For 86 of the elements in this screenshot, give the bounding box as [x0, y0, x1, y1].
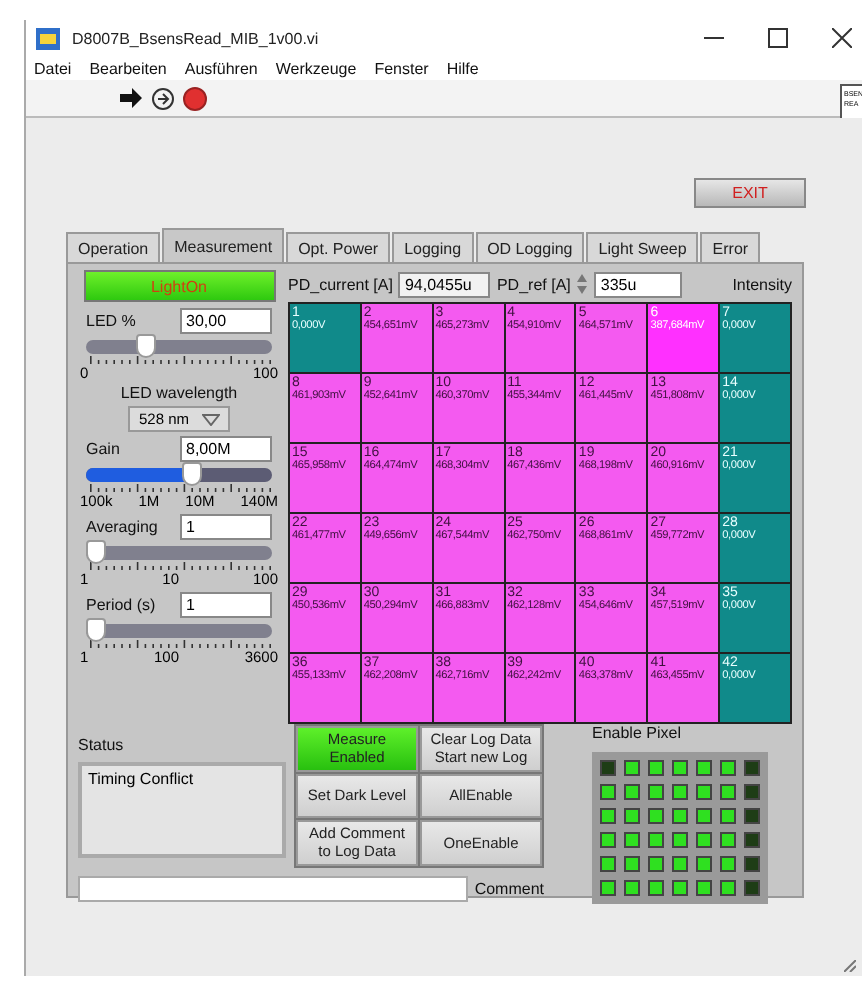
tab[interactable]: Opt. Power — [286, 232, 391, 262]
menu-item[interactable]: Bearbeiten — [89, 59, 167, 77]
tab[interactable]: Error — [700, 232, 761, 262]
run-continuous-icon[interactable] — [150, 85, 176, 111]
slider-thumb[interactable] — [86, 618, 106, 642]
run-arrow-icon[interactable] — [118, 86, 144, 110]
app-icon — [36, 27, 60, 49]
slider-label: Averaging — [86, 518, 158, 536]
indicator-field: 94,0455u — [398, 271, 491, 297]
menu-item[interactable]: Hilfe — [446, 59, 479, 77]
pixel-led[interactable] — [624, 808, 640, 824]
pixel-led[interactable] — [696, 880, 712, 896]
pixel-led[interactable] — [720, 856, 736, 872]
pixel-led[interactable] — [696, 808, 712, 824]
pixel-led[interactable] — [672, 880, 688, 896]
maximize-icon[interactable] — [768, 28, 788, 48]
spinner-icon[interactable] — [576, 272, 589, 296]
enable-pixel-label: Enable Pixel — [592, 724, 683, 742]
pixel-led[interactable] — [600, 856, 616, 872]
resize-grip-icon[interactable] — [844, 960, 856, 972]
pixel-led[interactable] — [600, 808, 616, 824]
comment-field[interactable] — [78, 875, 469, 902]
field-label: PD_current [A] — [288, 275, 393, 293]
window-title: D8007B_BsensRead_MIB_1v00.vi — [72, 29, 319, 47]
pixel-led[interactable] — [624, 784, 640, 800]
pixel-led[interactable] — [720, 784, 736, 800]
pixel-led[interactable] — [696, 832, 712, 848]
pixel-led[interactable] — [720, 760, 736, 776]
pixel-led[interactable] — [648, 784, 664, 800]
slider-label: LED % — [86, 312, 136, 330]
menu-item[interactable]: Fenster — [374, 59, 429, 77]
numeric-field[interactable]: 30,00 — [180, 308, 272, 334]
slider-track[interactable] — [86, 624, 272, 638]
menu-item[interactable]: Datei — [34, 59, 72, 77]
slider-thumb[interactable] — [182, 462, 203, 486]
status-label: Status — [78, 736, 126, 754]
pixel-led[interactable] — [720, 880, 736, 896]
pixel-led[interactable] — [720, 808, 736, 824]
pixel-led[interactable] — [648, 880, 664, 896]
pixel-led[interactable] — [624, 856, 640, 872]
pixel-led[interactable] — [600, 784, 616, 800]
tab[interactable]: Measurement — [162, 228, 285, 262]
abort-icon[interactable] — [182, 85, 208, 111]
slider-thumb[interactable] — [135, 334, 156, 358]
pixel-led[interactable] — [672, 760, 688, 776]
slider-track[interactable] — [86, 546, 272, 560]
tab[interactable]: OD Logging — [475, 232, 585, 262]
dropdown-arrow-icon — [201, 413, 220, 425]
pixel-led[interactable] — [648, 856, 664, 872]
slider-label: Period (s) — [86, 596, 156, 614]
pixel-led[interactable] — [648, 760, 664, 776]
pixel-led[interactable] — [672, 832, 688, 848]
slider-label: Gain — [86, 440, 120, 458]
pixel-led[interactable] — [672, 784, 688, 800]
pixel-led[interactable] — [672, 808, 688, 824]
tab[interactable]: Logging — [392, 232, 474, 262]
menu-item[interactable]: Ausführen — [184, 59, 258, 77]
numeric-field[interactable]: 1 — [180, 514, 272, 540]
status-text: Timing Conflict — [78, 762, 286, 858]
pixel-led[interactable] — [720, 832, 736, 848]
pixel-led[interactable] — [624, 880, 640, 896]
pixel-led[interactable] — [696, 856, 712, 872]
pixel-led[interactable] — [600, 832, 616, 848]
numeric-field[interactable]: 335u — [594, 271, 683, 297]
comment-label: Comment — [474, 879, 544, 898]
pixel-led[interactable] — [624, 760, 640, 776]
pixel-led[interactable] — [624, 832, 640, 848]
numeric-field[interactable]: 8,00M — [180, 436, 272, 462]
dropdown-label: LED wavelength — [120, 384, 238, 402]
pixel-led[interactable] — [672, 856, 688, 872]
pixel-led[interactable] — [648, 808, 664, 824]
tab[interactable]: Light Sweep — [586, 232, 699, 262]
pixel-led[interactable] — [648, 832, 664, 848]
field-label: PD_ref [A] — [496, 275, 571, 293]
exit-button[interactable]: EXIT — [694, 178, 806, 208]
menu-item[interactable]: Werkzeuge — [275, 59, 357, 77]
slider-track[interactable] — [86, 340, 272, 354]
pixel-led[interactable] — [696, 760, 712, 776]
slider-thumb[interactable] — [86, 540, 106, 564]
tab[interactable]: Operation — [66, 232, 161, 262]
numeric-field[interactable]: 1 — [180, 592, 272, 618]
column-label: Intensity — [732, 275, 792, 293]
slider-track[interactable] — [86, 468, 272, 482]
pixel-led[interactable] — [600, 880, 616, 896]
pixel-led[interactable] — [696, 784, 712, 800]
close-icon[interactable] — [832, 28, 852, 48]
